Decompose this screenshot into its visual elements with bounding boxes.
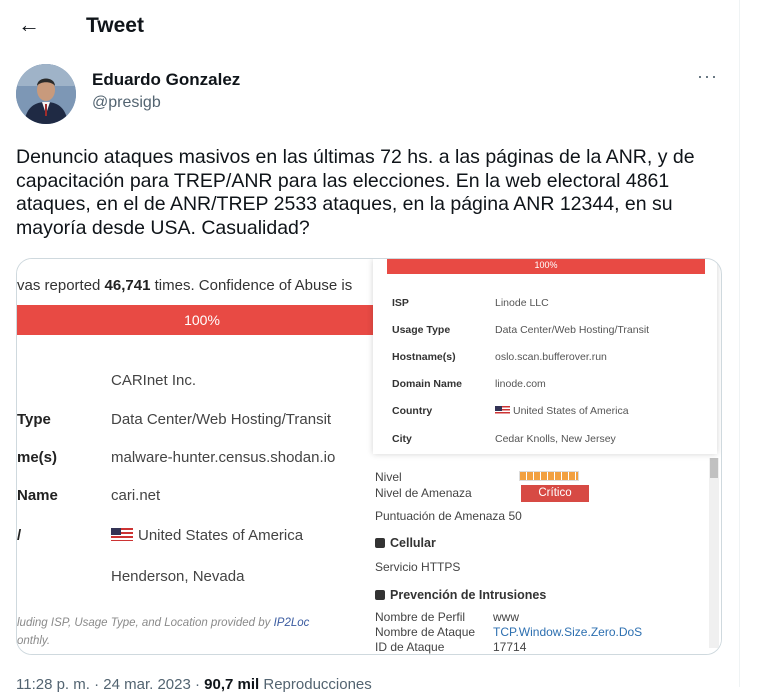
left-screenshot: vas reported 46,741 times. Confidence of… (17, 259, 387, 654)
puntuacion-value: 50 (508, 509, 522, 523)
report-suffix: times. Confidence of Abuse is (150, 277, 353, 294)
row-key: Domain Name (392, 378, 463, 390)
note-text: luding ISP, Usage Type, and Location pro… (17, 617, 274, 629)
tweet-timestamp[interactable]: 11:28 p. m. · 24 mar. 2023 · 90,7 mil Re… (16, 676, 372, 693)
row-value: United States of America (495, 405, 629, 417)
back-arrow-icon[interactable]: ← (18, 10, 40, 40)
row-key: City (392, 433, 412, 445)
tweet-text: Denuncio ataques masivos en las últimas … (16, 146, 695, 239)
column-divider (739, 0, 740, 687)
cellular-title: Cellular (390, 536, 436, 550)
nivel-row: Nivel (375, 470, 579, 484)
report-line: vas reported 46,741 times. Confidence of… (17, 277, 352, 294)
minus-square-icon (375, 590, 385, 600)
ataque-value: TCP.Window.Size.Zero.DoS (493, 625, 643, 639)
puntuacion-row: Puntuación de Amenaza 50 (375, 509, 522, 523)
row-value: United States of America (111, 527, 303, 544)
row-value: oslo.scan.bufferover.run (495, 351, 607, 363)
row-value: Cedar Knolls, New Jersey (495, 433, 616, 445)
tweet-header: ← Tweet (0, 0, 739, 52)
row-value: Henderson, Nevada (111, 568, 245, 585)
confidence-bar: 100% (17, 305, 387, 335)
prevencion-heading: Prevención de Intrusiones (375, 588, 546, 602)
row-key: / (17, 527, 22, 544)
row-value: Data Center/Web Hosting/Transit (111, 411, 332, 428)
timestamp-text[interactable]: 11:28 p. m. · 24 mar. 2023 · (16, 676, 204, 693)
row-key: me(s) (17, 449, 58, 466)
servicio-row: Servicio HTTPS (375, 560, 460, 574)
ataque-label: Nombre de Ataque (375, 625, 476, 639)
note-link: IP2Loc (273, 617, 310, 629)
country-value: United States of America (513, 405, 629, 417)
author-handle[interactable]: @presigb (92, 94, 161, 112)
perfil-row: Nombre de Perfil www (375, 610, 519, 624)
page-title: Tweet (86, 14, 144, 37)
avatar-portrait-icon (16, 64, 76, 124)
row-value: linode.com (495, 378, 546, 390)
row-key: ISP (392, 297, 409, 309)
cellular-heading: Cellular (375, 536, 436, 550)
id-value: 17714 (493, 640, 527, 654)
report-count: 46,741 (104, 277, 151, 294)
avatar[interactable] (16, 64, 76, 124)
puntuacion-label: Puntuación de Amenaza (375, 509, 506, 523)
servicio-value: HTTPS (421, 560, 461, 574)
perfil-value: www (493, 610, 519, 624)
author-name[interactable]: Eduardo Gonzalez (92, 70, 240, 90)
row-key: Name (17, 487, 58, 504)
more-options-icon[interactable]: ··· (697, 66, 718, 87)
row-key: Type (17, 411, 51, 428)
row-value: cari.net (111, 487, 161, 504)
right-lower-screenshot: Nivel Nivel de Amenaza Crítico Puntuación… (371, 454, 721, 654)
servicio-label: Servicio (375, 560, 418, 574)
row-key: Usage Type (392, 324, 451, 336)
right-upper-screenshot: 100% ISP Linode LLC Usage Type Data Center… (373, 259, 717, 454)
id-label: ID de Ataque (375, 640, 445, 654)
scrollbar (709, 458, 719, 648)
tweet-media-image[interactable]: vas reported 46,741 times. Confidence of… (16, 258, 722, 655)
report-prefix: vas reported (17, 277, 105, 294)
amenaza-badge: Crítico (521, 485, 589, 502)
minus-square-icon (375, 538, 385, 548)
confidence-bar-small: 100% (387, 259, 705, 274)
note-line2: onthly. (17, 635, 51, 647)
row-value: malware-hunter.census.shodan.io (111, 449, 336, 466)
amenaza-label: Nivel de Amenaza (375, 486, 472, 500)
prevencion-title: Prevención de Intrusiones (390, 588, 547, 602)
view-label: Reproducciones (259, 676, 372, 693)
perfil-label: Nombre de Perfil (375, 610, 466, 624)
row-value: Data Center/Web Hosting/Transit (495, 324, 650, 336)
nivel-label: Nivel (375, 470, 402, 484)
view-count: 90,7 mil (204, 676, 260, 693)
id-row: ID de Ataque 17714 (375, 640, 526, 654)
row-value: CARInet Inc. (111, 372, 197, 389)
row-value: Linode LLC (495, 297, 549, 309)
amenaza-row: Nivel de Amenaza Crítico (375, 485, 589, 502)
row-key: Hostname(s) (392, 351, 456, 363)
provider-note: luding ISP, Usage Type, and Location pro… (17, 614, 309, 650)
country-value: United States of America (138, 527, 304, 544)
ataque-row: Nombre de Ataque TCP.Window.Size.Zero.DoS (375, 625, 642, 639)
row-key: Country (392, 405, 433, 417)
nivel-meter (519, 471, 579, 481)
us-flag-icon (111, 528, 133, 541)
us-flag-icon (495, 406, 510, 415)
